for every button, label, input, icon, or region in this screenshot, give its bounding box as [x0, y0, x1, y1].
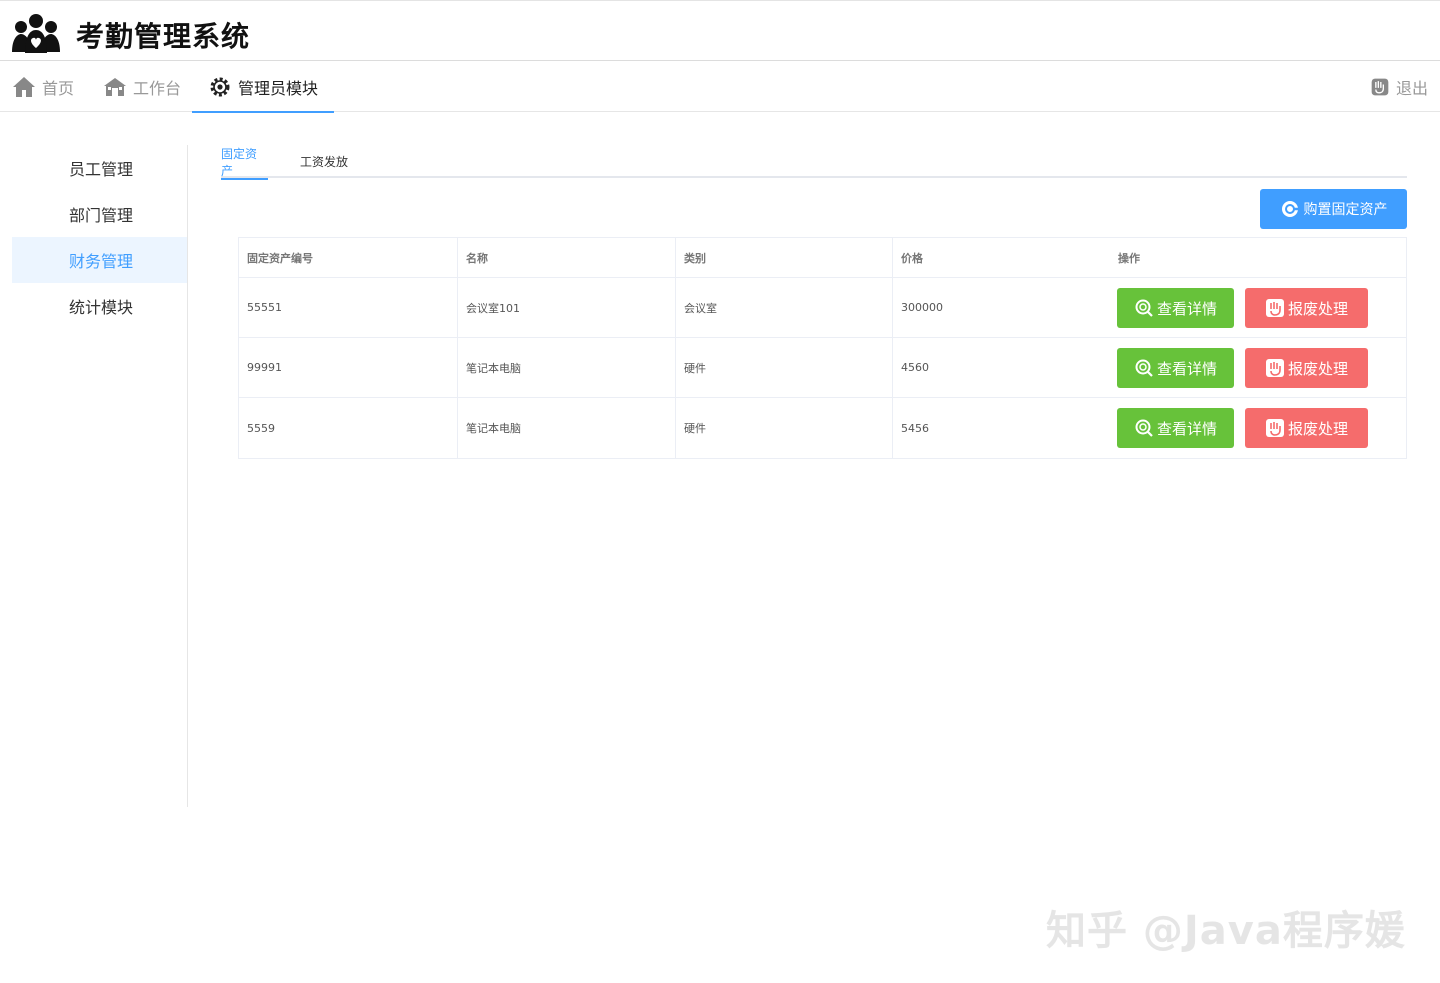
table-header-row: 固定资产编号 名称 类别 价格 操作 — [239, 238, 1406, 278]
nav-item-home[interactable]: 首页 — [12, 61, 74, 112]
nav-item-label: 管理员模块 — [238, 78, 319, 98]
asset-category-cell: 硬件 — [676, 338, 893, 397]
app-header: 考勤管理系统 — [0, 0, 1440, 61]
search-icon — [1135, 359, 1153, 377]
view-details-button[interactable]: 查看详情 — [1117, 408, 1234, 448]
column-header: 类别 — [676, 238, 893, 277]
sidebar-item-employee[interactable]: 员工管理 — [12, 145, 187, 191]
column-header: 名称 — [458, 238, 676, 277]
asset-category-cell: 会议室 — [676, 278, 893, 337]
nav-item-workbench[interactable]: 工作台 — [103, 61, 181, 112]
table-row: 55551 会议室101 会议室 300000 查看详情 报废处理 — [239, 278, 1406, 338]
view-details-label: 查看详情 — [1156, 299, 1217, 318]
asset-price-cell: 300000 — [901, 301, 943, 314]
asset-table: 固定资产编号 名称 类别 价格 操作 55551 会议室101 会议室 3000… — [238, 237, 1407, 459]
tab-salary[interactable]: 工资发放 — [300, 145, 348, 178]
tab-fixed-assets[interactable]: 固定资产 — [221, 145, 268, 180]
logout-button[interactable]: 退出 — [1370, 61, 1428, 112]
asset-name-cell: 笔记本电脑 — [458, 398, 676, 458]
gear-icon — [210, 77, 230, 96]
table-row: 5559 笔记本电脑 硬件 5456 查看详情 报废处理 — [239, 398, 1406, 458]
asset-category-cell: 硬件 — [676, 398, 893, 458]
top-nav: 首页 工作台 管理员模块 退出 — [0, 61, 1440, 113]
asset-id-cell: 5559 — [239, 398, 458, 458]
nav-item-label: 工作台 — [133, 78, 182, 98]
purchase-asset-button[interactable]: 购置固定资产 — [1260, 189, 1407, 229]
column-header: 价格 — [901, 251, 923, 265]
plus-circle-icon — [1281, 201, 1298, 217]
asset-name-cell: 笔记本电脑 — [458, 338, 676, 397]
scrap-label: 报废处理 — [1287, 359, 1348, 378]
search-icon — [1135, 299, 1153, 317]
scrap-button[interactable]: 报废处理 — [1245, 288, 1368, 328]
search-icon — [1135, 419, 1153, 437]
hand-icon — [1265, 419, 1284, 437]
people-group-icon — [12, 14, 60, 53]
scrap-button[interactable]: 报废处理 — [1245, 408, 1368, 448]
view-details-button[interactable]: 查看详情 — [1117, 348, 1234, 388]
nav-item-label: 首页 — [42, 78, 75, 98]
logout-label: 退出 — [1396, 78, 1429, 98]
logout-icon — [1371, 78, 1389, 95]
workbench-icon — [104, 77, 126, 96]
app-title: 考勤管理系统 — [76, 20, 251, 53]
asset-name-cell: 会议室101 — [458, 278, 676, 337]
scrap-label: 报废处理 — [1287, 419, 1348, 438]
purchase-asset-label: 购置固定资产 — [1303, 202, 1388, 218]
sidebar: 员工管理 部门管理 财务管理 统计模块 — [12, 145, 188, 807]
scrap-label: 报废处理 — [1287, 299, 1348, 318]
asset-price-cell: 5456 — [901, 421, 929, 435]
sidebar-item-finance[interactable]: 财务管理 — [12, 237, 187, 283]
sidebar-item-department[interactable]: 部门管理 — [12, 191, 187, 237]
tab-bar: 固定资产 工资发放 — [221, 145, 1407, 180]
table-row: 99991 笔记本电脑 硬件 4560 查看详情 报废处理 — [239, 338, 1406, 398]
hand-icon — [1265, 299, 1284, 317]
hand-icon — [1265, 359, 1284, 377]
asset-price-cell: 4560 — [901, 361, 929, 374]
scrap-button[interactable]: 报废处理 — [1245, 348, 1368, 388]
view-details-label: 查看详情 — [1156, 359, 1217, 378]
home-icon — [13, 76, 35, 97]
sidebar-item-statistics[interactable]: 统计模块 — [12, 283, 187, 329]
view-details-label: 查看详情 — [1156, 419, 1217, 438]
column-header: 固定资产编号 — [239, 238, 458, 277]
column-header: 操作 — [1118, 251, 1140, 265]
watermark: 知乎 @Java程序媛 — [1046, 908, 1406, 954]
asset-id-cell: 55551 — [239, 278, 458, 337]
view-details-button[interactable]: 查看详情 — [1117, 288, 1234, 328]
asset-id-cell: 99991 — [239, 338, 458, 397]
nav-item-admin[interactable]: 管理员模块 — [192, 61, 335, 113]
